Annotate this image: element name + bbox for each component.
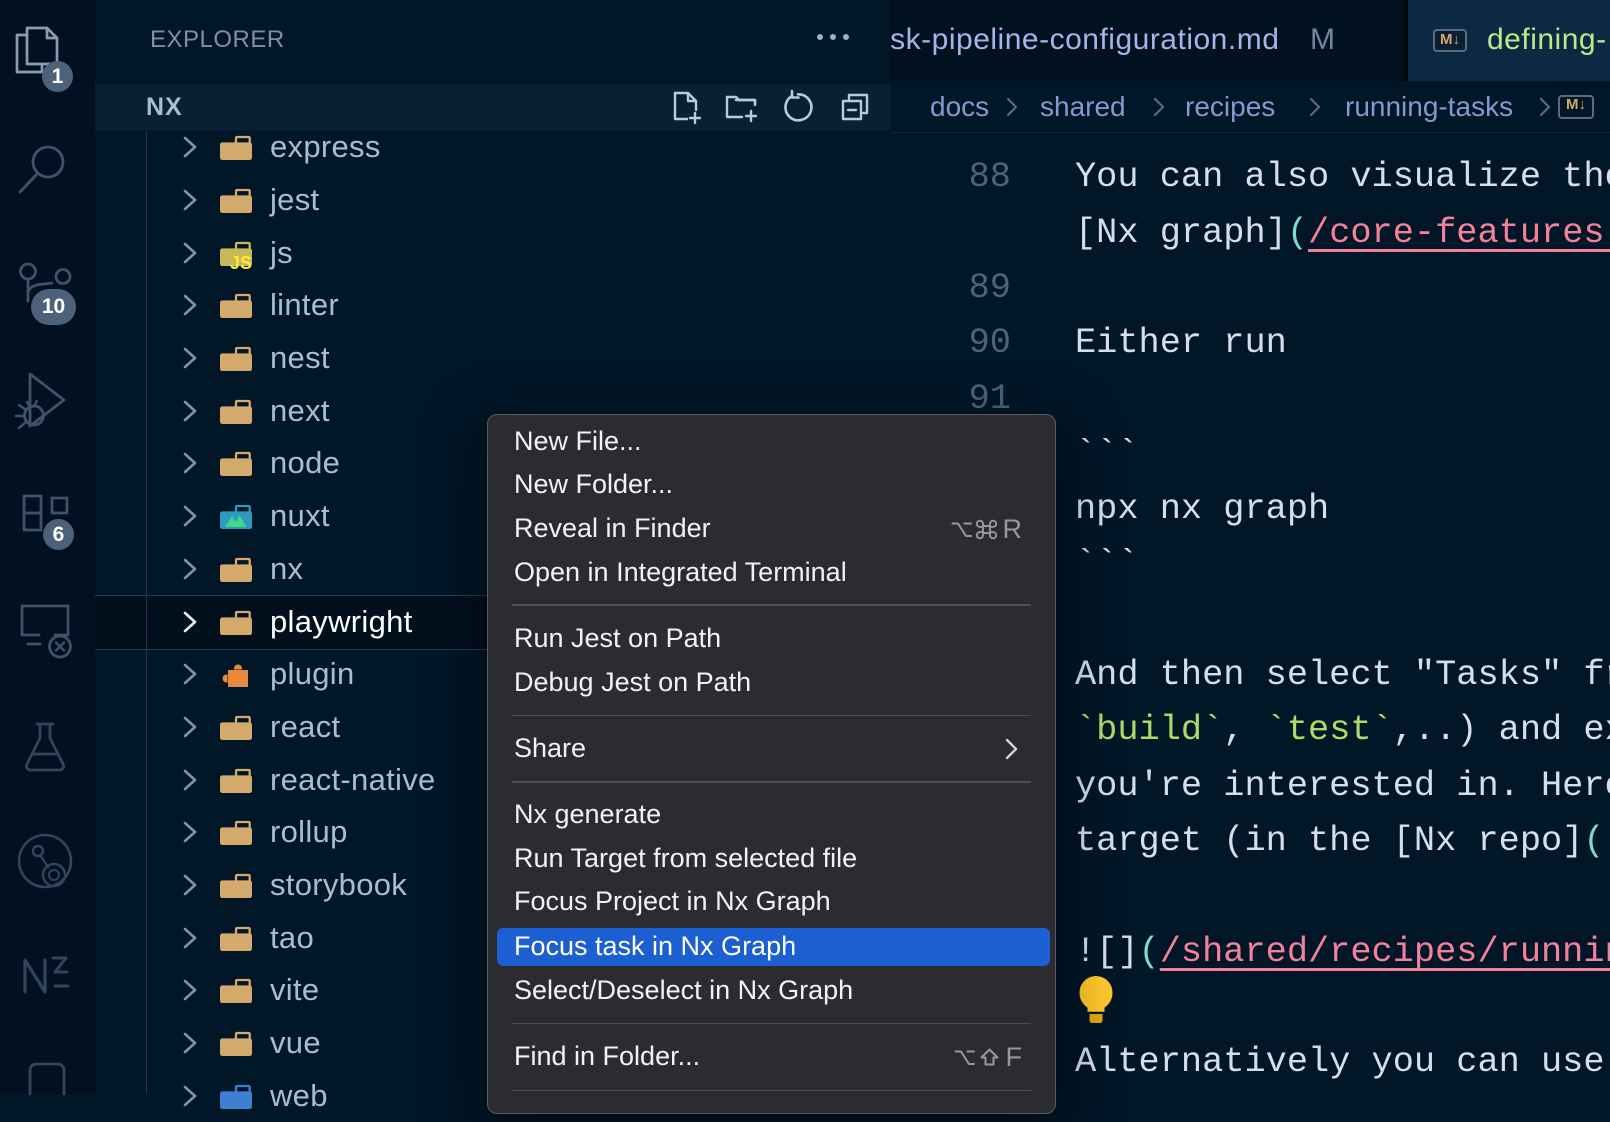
svg-text:JS: JS: [230, 253, 252, 273]
